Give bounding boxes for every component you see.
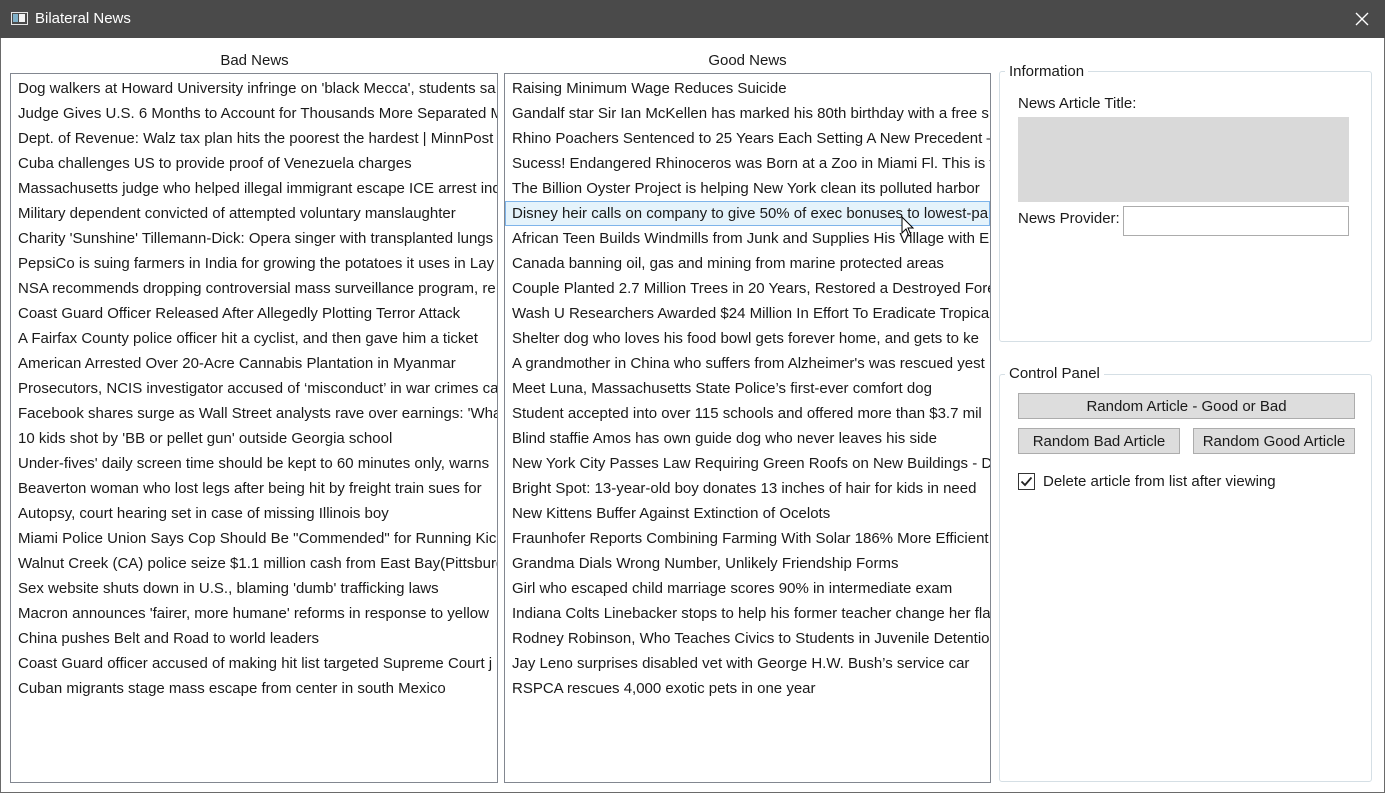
article-title-label: News Article Title: xyxy=(1018,95,1137,112)
list-item[interactable]: Dept. of Revenue: Walz tax plan hits the… xyxy=(11,126,497,151)
list-item[interactable]: Cuban migrants stage mass escape from ce… xyxy=(11,676,497,701)
article-title-display xyxy=(1018,117,1349,202)
information-legend: Information xyxy=(1005,63,1089,80)
list-item[interactable]: New York City Passes Law Requiring Green… xyxy=(505,451,990,476)
list-item[interactable]: Judge Gives U.S. 6 Months to Account for… xyxy=(11,101,497,126)
list-item[interactable]: Sucess! Endangered Rhinoceros was Born a… xyxy=(505,151,990,176)
list-item[interactable]: Raising Minimum Wage Reduces Suicide xyxy=(505,76,990,101)
list-item[interactable]: Jay Leno surprises disabled vet with Geo… xyxy=(505,651,990,676)
list-item[interactable]: Indiana Colts Linebacker stops to help h… xyxy=(505,601,990,626)
list-item[interactable]: Bright Spot: 13-year-old boy donates 13 … xyxy=(505,476,990,501)
list-item[interactable]: African Teen Builds Windmills from Junk … xyxy=(505,226,990,251)
list-item[interactable]: PepsiCo is suing farmers in India for gr… xyxy=(11,251,497,276)
list-item[interactable]: Student accepted into over 115 schools a… xyxy=(505,401,990,426)
list-item[interactable]: A Fairfax County police officer hit a cy… xyxy=(11,326,497,351)
list-item[interactable]: Cuba challenges US to provide proof of V… xyxy=(11,151,497,176)
list-item[interactable]: Wash U Researchers Awarded $24 Million I… xyxy=(505,301,990,326)
list-item[interactable]: Dog walkers at Howard University infring… xyxy=(11,76,497,101)
list-item[interactable]: RSPCA rescues 4,000 exotic pets in one y… xyxy=(505,676,990,701)
list-item[interactable]: Walnut Creek (CA) police seize $1.1 mill… xyxy=(11,551,497,576)
list-item[interactable]: Macron announces 'fairer, more humane' r… xyxy=(11,601,497,626)
list-item[interactable]: Sex website shuts down in U.S., blaming … xyxy=(11,576,497,601)
checkmark-icon xyxy=(1020,476,1033,487)
delete-after-viewing-label[interactable]: Delete article from list after viewing xyxy=(1043,473,1276,490)
list-item[interactable]: Massachusetts judge who helped illegal i… xyxy=(11,176,497,201)
good-news-list[interactable]: Raising Minimum Wage Reduces Suicide Gand… xyxy=(504,73,991,783)
list-item[interactable]: Rodney Robinson, Who Teaches Civics to S… xyxy=(505,626,990,651)
list-item[interactable]: Facebook shares surge as Wall Street ana… xyxy=(11,401,497,426)
list-item[interactable]: Charity 'Sunshine' Tillemann-Dick: Opera… xyxy=(11,226,497,251)
list-item[interactable]: New Kittens Buffer Against Extinction of… xyxy=(505,501,990,526)
good-news-header: Good News xyxy=(708,52,787,69)
list-item[interactable]: Fraunhofer Reports Combining Farming Wit… xyxy=(505,526,990,551)
list-item[interactable]: A grandmother in China who suffers from … xyxy=(505,351,990,376)
close-icon xyxy=(1355,12,1369,26)
list-item[interactable]: Blind staffie Amos has own guide dog who… xyxy=(505,426,990,451)
list-item[interactable]: The Billion Oyster Project is helping Ne… xyxy=(505,176,990,201)
title-bar: Bilateral News xyxy=(0,0,1385,38)
news-provider-label: News Provider: xyxy=(1018,210,1120,227)
delete-after-viewing-checkbox[interactable] xyxy=(1018,473,1035,490)
list-item[interactable]: 10 kids shot by 'BB or pellet gun' outsi… xyxy=(11,426,497,451)
list-item[interactable]: Beaverton woman who lost legs after bein… xyxy=(11,476,497,501)
list-item[interactable]: Canada banning oil, gas and mining from … xyxy=(505,251,990,276)
list-item[interactable]: Meet Luna, Massachusetts State Police’s … xyxy=(505,376,990,401)
random-article-button[interactable]: Random Article - Good or Bad xyxy=(1018,393,1355,419)
random-bad-article-button[interactable]: Random Bad Article xyxy=(1018,428,1180,454)
list-item[interactable]: Military dependent convicted of attempte… xyxy=(11,201,497,226)
list-item[interactable]: American Arrested Over 20-Acre Cannabis … xyxy=(11,351,497,376)
list-item[interactable]: Prosecutors, NCIS investigator accused o… xyxy=(11,376,497,401)
close-button[interactable] xyxy=(1339,0,1385,38)
list-item-selected[interactable]: Disney heir calls on company to give 50%… xyxy=(505,201,990,226)
list-item[interactable]: Grandma Dials Wrong Number, Unlikely Fri… xyxy=(505,551,990,576)
control-panel-legend: Control Panel xyxy=(1005,365,1104,382)
random-good-article-button[interactable]: Random Good Article xyxy=(1193,428,1355,454)
list-item[interactable]: Gandalf star Sir Ian McKellen has marked… xyxy=(505,101,990,126)
list-item[interactable]: Autopsy, court hearing set in case of mi… xyxy=(11,501,497,526)
list-item[interactable]: Under-fives' daily screen time should be… xyxy=(11,451,497,476)
list-item[interactable]: Shelter dog who loves his food bowl gets… xyxy=(505,326,990,351)
list-item[interactable]: Couple Planted 2.7 Million Trees in 20 Y… xyxy=(505,276,990,301)
list-item[interactable]: China pushes Belt and Road to world lead… xyxy=(11,626,497,651)
news-provider-field[interactable] xyxy=(1123,206,1349,236)
list-item[interactable]: Rhino Poachers Sentenced to 25 Years Eac… xyxy=(505,126,990,151)
mouse-cursor-icon xyxy=(901,216,915,237)
bad-news-list[interactable]: Dog walkers at Howard University infring… xyxy=(10,73,498,783)
list-item[interactable]: Miami Police Union Says Cop Should Be "C… xyxy=(11,526,497,551)
list-item[interactable]: Coast Guard Officer Released After Alleg… xyxy=(11,301,497,326)
list-item[interactable]: Coast Guard officer accused of making hi… xyxy=(11,651,497,676)
list-item[interactable]: NSA recommends dropping controversial ma… xyxy=(11,276,497,301)
list-item[interactable]: Girl who escaped child marriage scores 9… xyxy=(505,576,990,601)
window-title: Bilateral News xyxy=(35,10,131,27)
bad-news-header: Bad News xyxy=(220,52,289,69)
app-window-icon xyxy=(11,12,28,25)
